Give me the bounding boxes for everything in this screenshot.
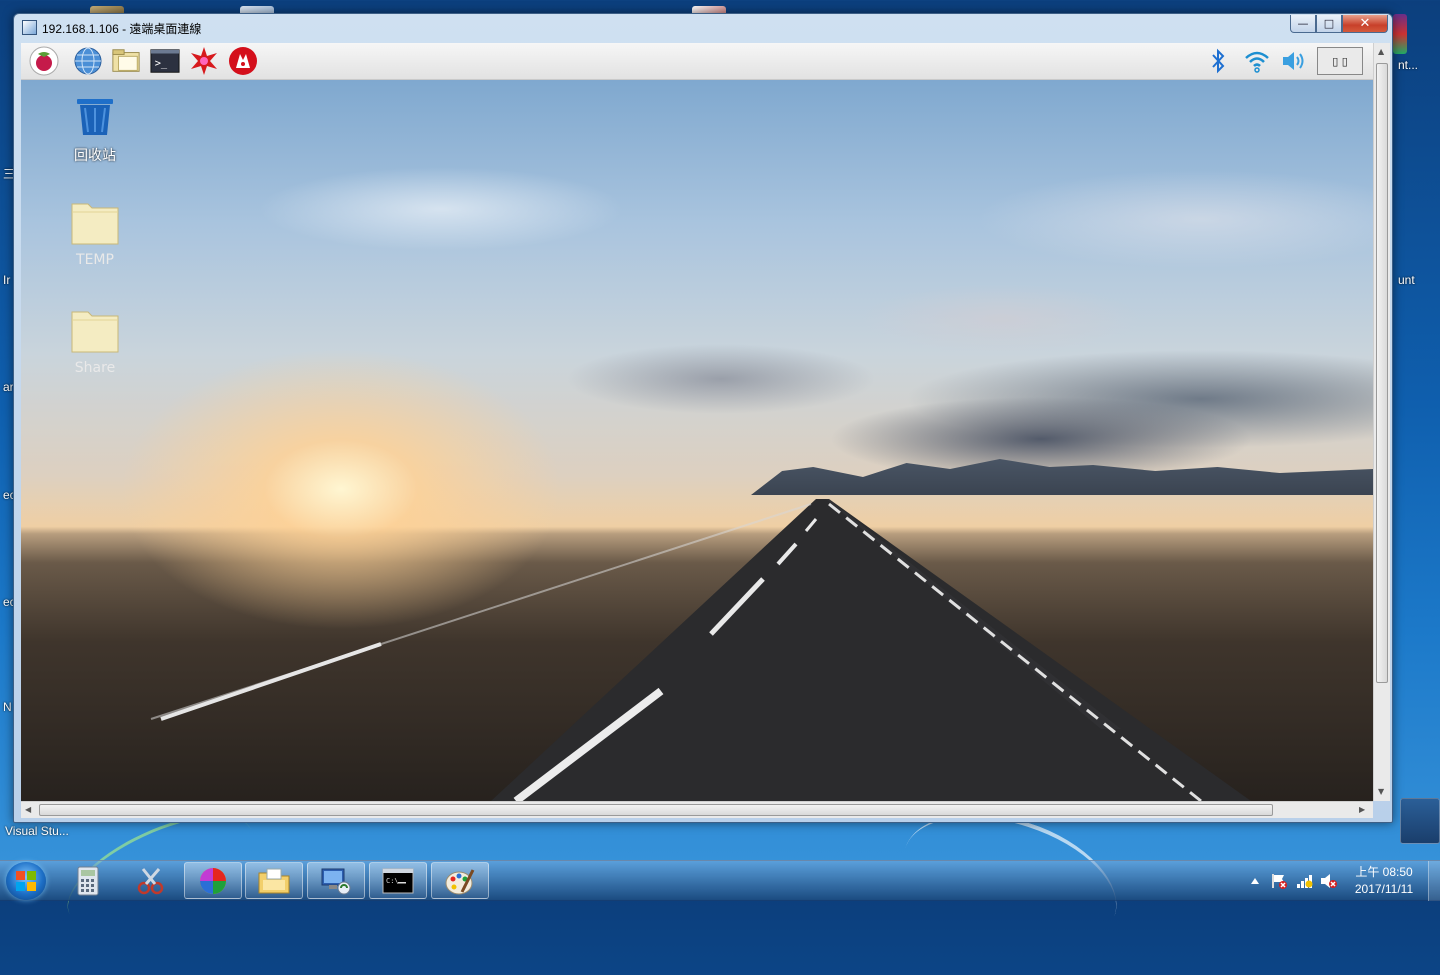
windows-taskbar: C:\ 上午 08:50 2017/11/11 (0, 860, 1440, 901)
cmd-icon: C:\ (382, 868, 414, 893)
desktop-icon-label: TEMP (76, 252, 114, 268)
desktop-icon-trash[interactable]: 回收站 (50, 95, 140, 165)
remote-desktop-app-icon[interactable] (22, 20, 37, 35)
web-browser-icon (74, 47, 102, 75)
host-desktop-label: Ir (3, 273, 11, 287)
calculator-icon (77, 866, 99, 895)
scroll-up-arrow[interactable]: ▲ (1378, 47, 1384, 56)
bluetooth-button[interactable] (1203, 46, 1233, 76)
trash-icon (77, 99, 113, 135)
host-desktop-label: nt... (1398, 58, 1419, 72)
taskbar-snipping-tool[interactable] (122, 862, 180, 899)
wolfram-launcher[interactable] (228, 46, 258, 76)
file-manager-icon (112, 49, 140, 72)
host-desktop-icon[interactable] (1393, 14, 1407, 54)
window-titlebar[interactable]: 192.168.1.106 - 遠端桌面連線 — □ ✕ (14, 14, 1392, 42)
scroll-left-arrow[interactable]: ◀ (25, 805, 31, 814)
taskbar-cmd[interactable]: C:\ (369, 862, 427, 899)
minimize-button[interactable]: — (1290, 15, 1316, 33)
scroll-right-arrow[interactable]: ▶ (1359, 805, 1365, 814)
taskbar-color-picker[interactable] (184, 862, 242, 899)
web-browser-launcher[interactable] (73, 46, 103, 76)
show-desktop-button[interactable] (1428, 861, 1440, 901)
desktop-icon-label: Share (74, 360, 116, 376)
close-button[interactable]: ✕ (1342, 15, 1388, 33)
host-desktop-label: Visual Stu... (5, 824, 69, 838)
host-desktop-icon[interactable] (1400, 798, 1440, 844)
scroll-down-arrow[interactable]: ▼ (1378, 787, 1384, 796)
folder-icon (71, 311, 119, 353)
terminal-icon: >_ (150, 49, 180, 73)
windows-logo-icon (16, 871, 36, 891)
network-button[interactable] (1294, 867, 1316, 895)
wifi-icon (1245, 51, 1269, 73)
explorer-icon (258, 868, 290, 893)
folder-icon (71, 203, 119, 245)
wifi-button[interactable] (1242, 46, 1272, 76)
start-button[interactable] (6, 862, 46, 900)
window-controls: — □ ✕ (1290, 15, 1388, 34)
desktop-icon-temp[interactable]: TEMP (50, 200, 140, 268)
cpu-monitor-text: ▯ ▯ (1332, 54, 1348, 68)
remote-desktop-icon (321, 868, 351, 894)
network-icon (1297, 875, 1313, 888)
svg-text:C:\: C:\ (386, 877, 399, 885)
remote-screen[interactable]: >_ ▯ ▯ 回收站 TEMP Share (21, 43, 1373, 801)
close-icon: ✕ (1359, 16, 1371, 31)
desktop-icon-label: 回收站 (74, 148, 116, 164)
taskbar-explorer[interactable] (245, 862, 303, 899)
clock-date: 2017/11/11 (1354, 882, 1414, 896)
vertical-scroll-thumb[interactable] (1376, 63, 1388, 683)
wolfram-icon (229, 47, 257, 75)
desktop-icon-share[interactable]: Share (50, 308, 140, 376)
remote-top-panel: >_ ▯ ▯ (21, 43, 1373, 80)
window-title: 192.168.1.106 - 遠端桌面連線 (42, 22, 202, 36)
file-manager-launcher[interactable] (111, 46, 141, 76)
color-picker-icon (200, 867, 226, 894)
volume-muted-icon (1321, 874, 1337, 888)
snipping-tool-icon (137, 867, 164, 894)
clock-time: 上午 08:50 (1355, 865, 1413, 879)
wallpaper-road (150, 499, 1251, 801)
maximize-icon: □ (1323, 17, 1335, 30)
bluetooth-icon (1212, 48, 1225, 74)
cpu-monitor-widget[interactable]: ▯ ▯ (1317, 47, 1363, 75)
maximize-button[interactable]: □ (1316, 15, 1342, 33)
raspberry-menu-button[interactable] (29, 46, 59, 76)
vertical-scrollbar[interactable]: ▲ ▼ (1373, 43, 1390, 801)
action-center-flag-icon (1272, 874, 1287, 889)
remote-desktop-window: 192.168.1.106 - 遠端桌面連線 — □ ✕ >_ ▯ ▯ 回收站 … (13, 13, 1393, 823)
host-desktop-label: unt (1398, 273, 1415, 287)
volume-tray-button[interactable] (1318, 867, 1340, 895)
volume-button[interactable] (1279, 46, 1309, 76)
mathematica-launcher[interactable] (189, 46, 219, 76)
svg-text:>_: >_ (155, 58, 168, 70)
show-hidden-icons-button[interactable] (1248, 867, 1262, 895)
taskbar-paint[interactable] (431, 862, 489, 899)
math-kernel-icon (191, 47, 217, 75)
raspberry-menu-icon (29, 46, 59, 76)
show-hidden-icon (1251, 878, 1259, 884)
volume-icon (1283, 52, 1304, 70)
horizontal-scrollbar[interactable]: ◀ ▶ (21, 801, 1373, 818)
taskbar-clock[interactable]: 上午 08:50 2017/11/11 (1340, 864, 1428, 898)
minimize-icon: — (1297, 17, 1309, 30)
host-desktop-label: N (3, 700, 12, 714)
terminal-launcher[interactable]: >_ (150, 46, 180, 76)
taskbar-remote-desktop[interactable] (307, 862, 365, 899)
action-center-button[interactable] (1268, 867, 1290, 895)
paint-icon (445, 868, 475, 894)
horizontal-scroll-thumb[interactable] (39, 804, 1273, 816)
taskbar-calculator[interactable] (59, 862, 117, 899)
